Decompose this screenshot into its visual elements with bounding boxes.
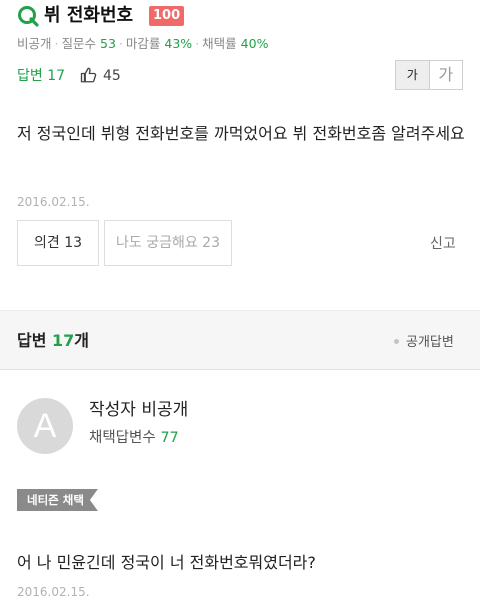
selected-count-value: 77 [160,430,179,446]
answer-count[interactable]: 답변 17 [17,66,65,86]
bullet-icon [394,339,399,344]
question-body: 저 정국인데 뷔형 전화번호를 까먹었어요 뷔 전화번호좀 알려주세요 [17,124,465,143]
avatar: A [17,398,73,454]
author-name: 작성자 비공개 [89,400,189,420]
answer-date: 2016.02.15. [17,585,90,599]
report-button[interactable]: 신고 [430,233,456,253]
adopt-rate-value: 40% [240,36,269,51]
question-title: 뷔 전화번호 [44,5,134,26]
question-q-icon [18,6,39,27]
adopt-rate-label: 채택률 [202,36,237,51]
like-count: 45 [103,68,121,84]
selected-answer-count: 채택답변수 77 [89,427,179,449]
opinion-button[interactable]: 의견 13 [17,220,99,266]
questions-label: 질문수 [61,36,97,51]
font-large-button[interactable]: 가 [429,61,462,89]
answers-label: 답변 [17,331,47,350]
point-badge: 100 [149,6,185,26]
answer-body: 어 나 민윤긴데 정국이 너 전화번호뭐였더라? [17,553,316,572]
answers-suffix: 개 [74,331,90,350]
visibility-text: 비공개 [17,36,52,51]
font-small-button[interactable]: 가 [396,61,430,89]
curious-button[interactable]: 나도 궁금해요 23 [104,220,232,266]
question-meta: 비공개 · 질문수 53 · 마감률 43% · 채택률 40% [17,36,269,51]
public-answer-link[interactable]: 공개답변 [406,331,454,350]
close-rate-value: 43% [164,36,193,51]
chosen-badge: 네티즌 채택 [17,489,98,511]
thumbs-up-icon[interactable] [80,66,98,84]
font-size-toggle: 가 가 [395,60,463,90]
answers-count: 17 [52,331,75,350]
questions-value: 53 [100,36,116,51]
answers-section-title: 답변 17개 [17,330,89,352]
selected-count-label: 채택답변수 [89,430,156,446]
question-date: 2016.02.15. [17,195,90,209]
close-rate-label: 마감률 [125,36,161,51]
